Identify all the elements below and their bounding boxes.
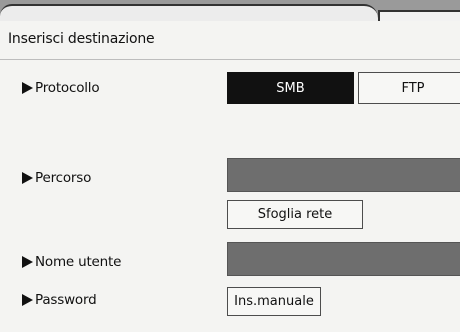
protocol-ftp-button[interactable]: FTP [358,72,460,104]
manual-entry-button[interactable]: Ins.manuale [227,287,321,316]
password-row-label: Password [22,292,97,308]
path-input[interactable] [227,158,460,192]
arrow-right-icon [22,294,33,306]
arrow-right-icon [22,256,33,268]
arrow-right-icon [22,172,33,184]
title-bar: Inserisci destinazione [0,21,460,60]
protocol-smb-label: SMB [276,80,305,96]
protocol-smb-button[interactable]: SMB [227,72,354,104]
protocol-row-label: Protocollo [22,80,100,96]
path-label: Percorso [35,170,92,186]
browse-network-button[interactable]: Sfoglia rete [227,200,363,229]
protocol-label: Protocollo [35,80,100,96]
manual-entry-label: Ins.manuale [234,294,314,309]
path-row-label: Percorso [22,170,91,186]
username-input[interactable] [227,242,460,276]
password-label: Password [35,292,97,308]
protocol-ftp-label: FTP [401,80,425,96]
arrow-right-icon [22,82,33,94]
username-label: Nome utente [35,254,122,270]
username-row-label: Nome utente [22,254,121,270]
page-title: Inserisci destinazione [8,31,155,47]
browse-network-label: Sfoglia rete [257,207,333,222]
